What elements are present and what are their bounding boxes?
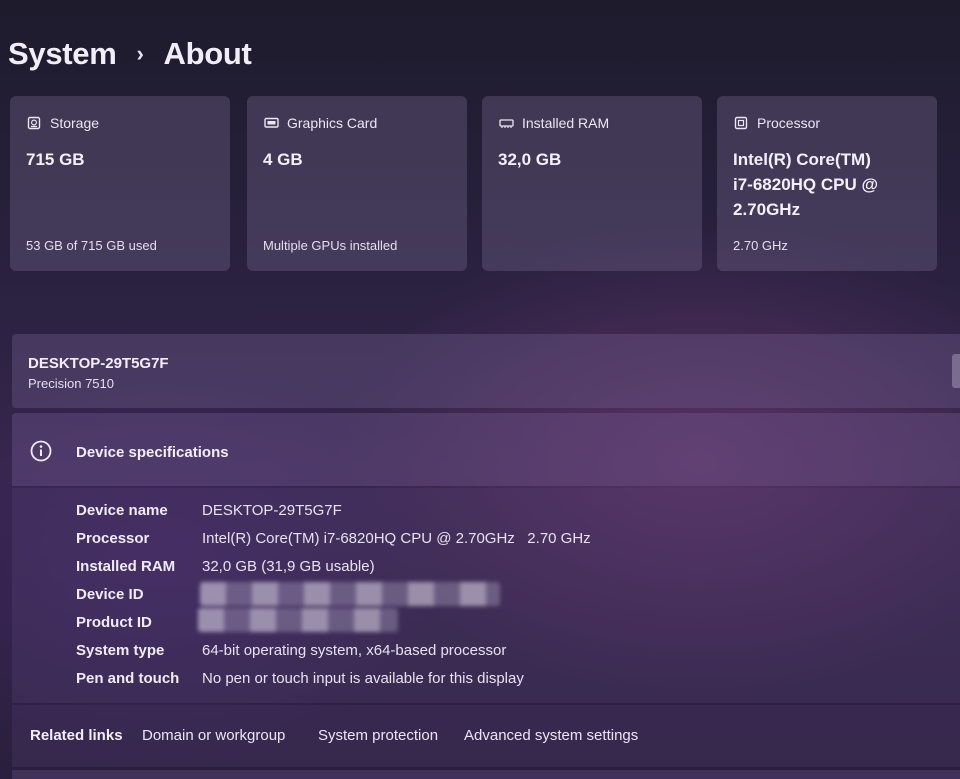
device-model: Precision 7510 [28,376,114,391]
storage-icon [26,115,42,131]
processor-label: Processor [757,115,821,131]
info-icon [30,440,52,462]
spec-value[interactable]: 32,0 GB (31,9 GB usable) [202,558,375,575]
spec-key: Processor [76,529,150,547]
graphics-card-label: Graphics Card [287,115,378,131]
spec-row: Processor Intel(R) Core(TM) i7-6820HQ CP… [76,527,591,549]
processor-value-line: 2.70GHz [733,200,801,219]
spec-key: Product ID [76,613,152,631]
system-protection-link[interactable]: System protection [318,727,438,744]
spec-row: Pen and touch No pen or touch input is a… [76,667,524,689]
spec-value[interactable]: 64-bit operating system, x64-based proce… [202,642,506,659]
device-id-redaction [200,582,500,606]
advanced-system-settings-link[interactable]: Advanced system settings [464,727,638,744]
breadcrumb-system[interactable]: System [8,36,117,72]
processor-value: Intel(R) Core(TM) i7-6820HQ CPU @ 2.70GH… [733,147,921,222]
spec-row: Device name DESKTOP-29T5G7F [76,499,342,521]
next-section-edge [12,770,960,779]
breadcrumb: System › About [8,32,252,76]
spec-value[interactable]: DESKTOP-29T5G7F [202,502,342,519]
storage-card: Storage 715 GB 53 GB of 715 GB used [10,96,230,271]
page-title: About [163,36,252,71]
installed-ram-label: Installed RAM [522,115,610,131]
ram-icon [498,115,514,131]
spec-key: Installed RAM [76,557,176,575]
device-name-row[interactable]: DESKTOP-29T5G7F Precision 7510 [12,334,960,408]
domain-or-workgroup-link[interactable]: Domain or workgroup [142,727,285,744]
storage-label: Storage [50,115,100,131]
installed-ram-value: 32,0 GB [498,150,562,169]
installed-ram-card: Installed RAM 32,0 GB [482,96,702,271]
spec-value[interactable]: No pen or touch input is available for t… [202,670,524,687]
spec-value[interactable]: Intel(R) Core(TM) i7-6820HQ CPU @ 2.70GH… [202,530,591,547]
spec-row: Device ID [76,583,202,605]
spec-row: Product ID [76,611,202,633]
spec-row: Installed RAM 32,0 GB (31,9 GB usable) [76,555,375,577]
related-links-bar: Related links Domain or workgroup System… [12,705,960,767]
breadcrumb-separator: › [136,41,144,66]
graphics-card-value: 4 GB [263,150,303,169]
processor-value-line: i7-6820HQ CPU @ [733,175,879,194]
spec-key: Device ID [76,585,144,603]
processor-speed: 2.70 GHz [733,238,788,253]
graphics-card-card: Graphics Card 4 GB Multiple GPUs install… [247,96,467,271]
spec-row: System type 64-bit operating system, x64… [76,639,506,661]
spec-key: Device name [76,501,168,519]
summary-cards: Storage 715 GB 53 GB of 715 GB used Grap… [10,96,937,271]
device-specifications-title: Device specifications [76,444,229,461]
storage-value: 715 GB [26,150,85,169]
product-id-redaction [198,608,398,632]
graphics-card-icon [263,115,279,131]
processor-value-line: Intel(R) Core(TM) [733,150,871,169]
processor-card: Processor Intel(R) Core(TM) i7-6820HQ CP… [717,96,937,271]
device-specifications-body: Device name DESKTOP-29T5G7F Processor In… [12,488,960,703]
processor-icon [733,115,749,131]
related-links-label: Related links [30,727,123,744]
device-name: DESKTOP-29T5G7F [28,355,169,372]
device-specifications-header[interactable]: Device specifications [12,413,960,486]
spec-key: System type [76,641,165,659]
spec-key: Pen and touch [76,669,180,687]
storage-usage: 53 GB of 715 GB used [26,238,157,253]
graphics-card-note: Multiple GPUs installed [263,238,398,253]
rename-button-edge[interactable] [952,354,960,388]
